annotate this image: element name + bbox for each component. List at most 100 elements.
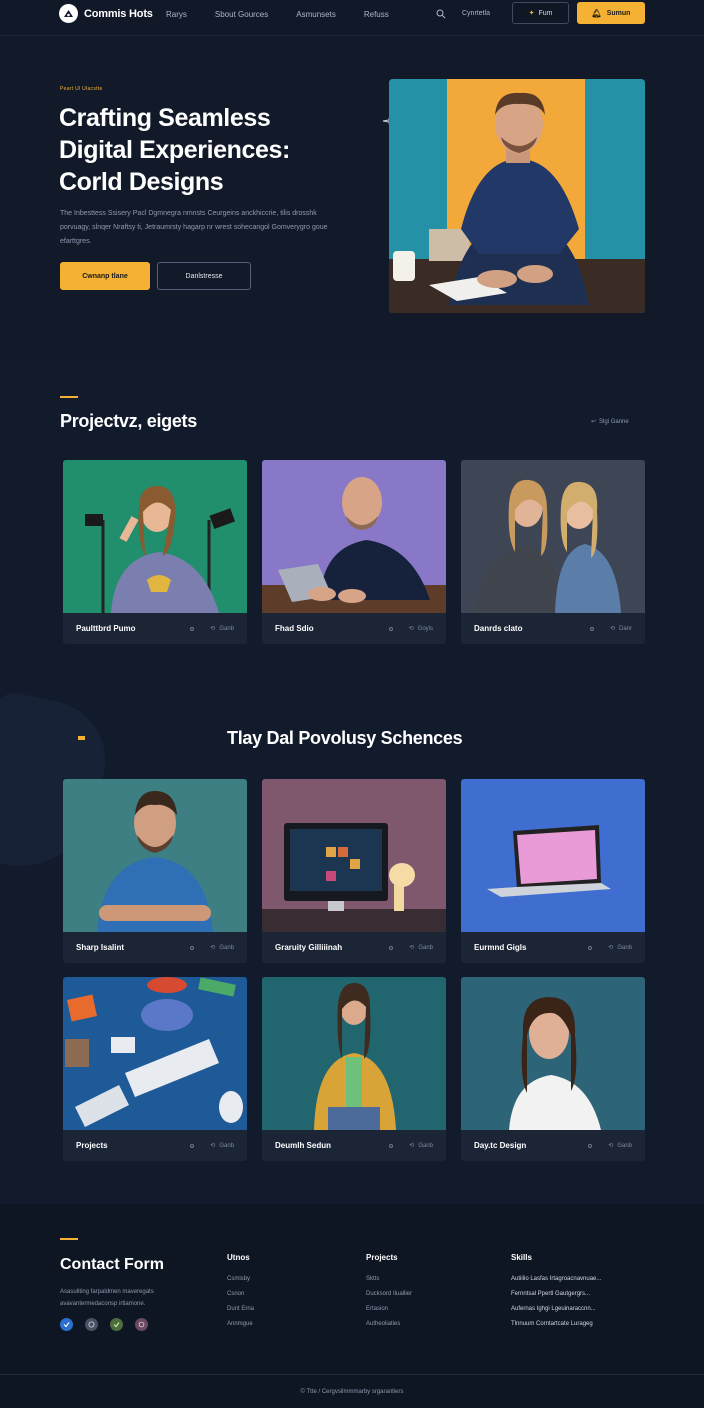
- nav-link-2[interactable]: Sbout Gources: [215, 10, 268, 19]
- service-card-1-image: [63, 779, 247, 932]
- social-check-icon[interactable]: [60, 1318, 73, 1331]
- nav-cta-label: Sumun: [606, 9, 631, 17]
- footer-link[interactable]: Dunt Erna: [227, 1306, 254, 1312]
- project-card-2-image: [262, 460, 446, 613]
- hero-title: Crafting Seamless Digital Experiences: C…: [59, 104, 290, 196]
- social-dribbble-icon[interactable]: [135, 1318, 148, 1331]
- footer-column-1: Utnos Csmisby Csnon Dunt Erna Annmgue: [227, 1253, 254, 1336]
- nav-link-1[interactable]: Rarys: [166, 10, 187, 19]
- footer-link[interactable]: Sktts: [366, 1276, 412, 1282]
- footer-column-3-heading: Skills: [511, 1253, 532, 1262]
- footer-column-1-heading: Utnos: [227, 1253, 250, 1262]
- link-icon: ⟲: [608, 945, 614, 951]
- footer-accent-line: [60, 1238, 78, 1240]
- footer-link[interactable]: Aufernas Ighgi Lgeuinaraccnn...: [511, 1306, 601, 1312]
- service-card-3-meta: Ganb: [617, 944, 632, 951]
- footer-link[interactable]: Autheoliaties: [366, 1321, 412, 1327]
- logo-mark-icon: [59, 4, 78, 23]
- project-card-3[interactable]: Danrds clato ⟲ Danr: [461, 460, 645, 644]
- footer-link[interactable]: Tlnnuum Corntartcate Lurageg: [511, 1321, 601, 1327]
- footer-link[interactable]: Csmisby: [227, 1276, 254, 1282]
- project-card-1[interactable]: Paulttbrd Pumo ⟲ Ganb: [63, 460, 247, 644]
- footer-link[interactable]: Autiilio Lasfas Irtagroacnavnuae...: [511, 1276, 601, 1282]
- dot-icon: [589, 626, 594, 631]
- service-card-3[interactable]: Eurmnd Gigls ⟲ Ganb: [461, 779, 645, 963]
- service-card-1-meta: Ganb: [219, 944, 234, 951]
- nav-outline-label: Fum: [538, 9, 553, 17]
- social-leaf-icon[interactable]: [110, 1318, 123, 1331]
- footer-title: Contact Form: [60, 1256, 164, 1273]
- service-card-5-title: Deumlh Sedun: [275, 1141, 332, 1150]
- dot-icon: [190, 945, 195, 950]
- arrow-icon: ↩: [591, 419, 597, 425]
- project-card-1-title: Paulttbrd Pumo: [76, 624, 136, 633]
- nav-link-3[interactable]: Asmunsets: [296, 10, 336, 19]
- brand-logo[interactable]: Commis Hots: [59, 4, 153, 23]
- service-card-3-title: Eurmnd Gigls: [474, 943, 527, 952]
- service-card-4[interactable]: Projects ⟲ Ganb: [63, 977, 247, 1161]
- service-card-4-image: [63, 977, 247, 1130]
- service-card-2[interactable]: Graruity Gilliiinah ⟲ Ganb: [262, 779, 446, 963]
- nav-link-4[interactable]: Refuss: [364, 10, 389, 19]
- nav-outline-button[interactable]: ✦ Fum: [512, 2, 569, 24]
- footer-link[interactable]: Ducksord Iluallier: [366, 1291, 412, 1297]
- service-card-6-title: Day.tc Design: [474, 1141, 527, 1150]
- service-card-1-title: Sharp Isalint: [76, 943, 125, 952]
- nav-profile-link[interactable]: Cynrtetla: [462, 10, 490, 17]
- services-title: Tlay Dal Povolusy Schences: [227, 728, 463, 748]
- service-card-4-meta: Ganb: [219, 1142, 234, 1149]
- hero-eyebrow: Peart Ul Ulacstte: [60, 86, 103, 92]
- dot-icon: [190, 1143, 195, 1148]
- link-icon: ⟲: [408, 626, 414, 632]
- service-card-2-image: [262, 779, 446, 932]
- service-card-6[interactable]: Day.tc Design ⟲ Ganb: [461, 977, 645, 1161]
- footer-link[interactable]: Csnon: [227, 1291, 254, 1297]
- star-icon: ✦: [528, 10, 535, 17]
- hero-primary-button[interactable]: Cwnanp tlane: [60, 262, 150, 290]
- brand-name: Commis Hots: [84, 7, 153, 20]
- footer-description: Asasuliting farpaldmen maveregats avavan…: [60, 1289, 154, 1307]
- hero-photo: [389, 79, 645, 313]
- project-card-2[interactable]: Fhad Sdio ⟲ Goyls: [262, 460, 446, 644]
- footer-copyright: © Ttte / Cergvsilmmmarby srgarantiers: [0, 1374, 704, 1408]
- service-card-4-title: Projects: [76, 1141, 108, 1150]
- nav-cta-button[interactable]: 🔔︎ Sumun: [577, 2, 645, 24]
- project-card-3-image: [461, 460, 645, 613]
- footer-column-2-heading: Projects: [366, 1253, 398, 1262]
- footer-column-2: Projects Sktts Ducksord Iluallier Ertasi…: [366, 1253, 412, 1336]
- projects-accent-line: [60, 396, 78, 398]
- projects-view-all-link[interactable]: ↩ Slgi Ganne: [591, 418, 629, 426]
- footer-link[interactable]: Ertasion: [366, 1306, 412, 1312]
- service-card-5-image: [262, 977, 446, 1130]
- link-icon: ⟲: [409, 1143, 415, 1149]
- search-icon[interactable]: [436, 9, 446, 19]
- footer-column-3: Skills Autiilio Lasfas Irtagroacnavnuae.…: [511, 1253, 601, 1336]
- bell-icon: 🔔︎: [591, 8, 602, 18]
- link-icon: ⟲: [608, 1143, 614, 1149]
- footer-link[interactable]: Annmgue: [227, 1321, 254, 1327]
- dot-icon: [388, 626, 393, 631]
- service-card-6-image: [461, 977, 645, 1130]
- footer-link[interactable]: Fernntsal Ppertl Gautgergrs...: [511, 1291, 601, 1297]
- project-card-3-meta: Danr: [618, 625, 632, 632]
- services-accent-mark: [78, 736, 85, 740]
- link-icon: ⟲: [409, 945, 415, 951]
- social-globe-icon[interactable]: [85, 1318, 98, 1331]
- project-card-1-meta: Ganb: [219, 625, 234, 632]
- link-icon: ⟲: [210, 1143, 216, 1149]
- projects-title: Projectvz, eigets: [60, 411, 197, 431]
- link-icon: ⟲: [609, 626, 615, 632]
- social-links: [60, 1318, 148, 1331]
- project-card-2-meta: Goyls: [417, 625, 433, 632]
- hero-secondary-button[interactable]: Danlstresse: [157, 262, 251, 290]
- service-card-5[interactable]: Deumlh Sedun ⟲ Ganb: [262, 977, 446, 1161]
- view-all-label: Slgi Ganne: [599, 418, 629, 425]
- dot-icon: [389, 945, 394, 950]
- dot-icon: [588, 1143, 593, 1148]
- service-card-1[interactable]: Sharp Isalint ⟲ Ganb: [63, 779, 247, 963]
- service-card-3-image: [461, 779, 645, 932]
- service-card-6-meta: Ganb: [617, 1142, 632, 1149]
- link-icon: ⟲: [210, 626, 216, 632]
- project-card-3-title: Danrds clato: [474, 624, 523, 633]
- hero-description: The Inbesttess Ssisery Pacl Dgmnegra nmn…: [60, 210, 328, 245]
